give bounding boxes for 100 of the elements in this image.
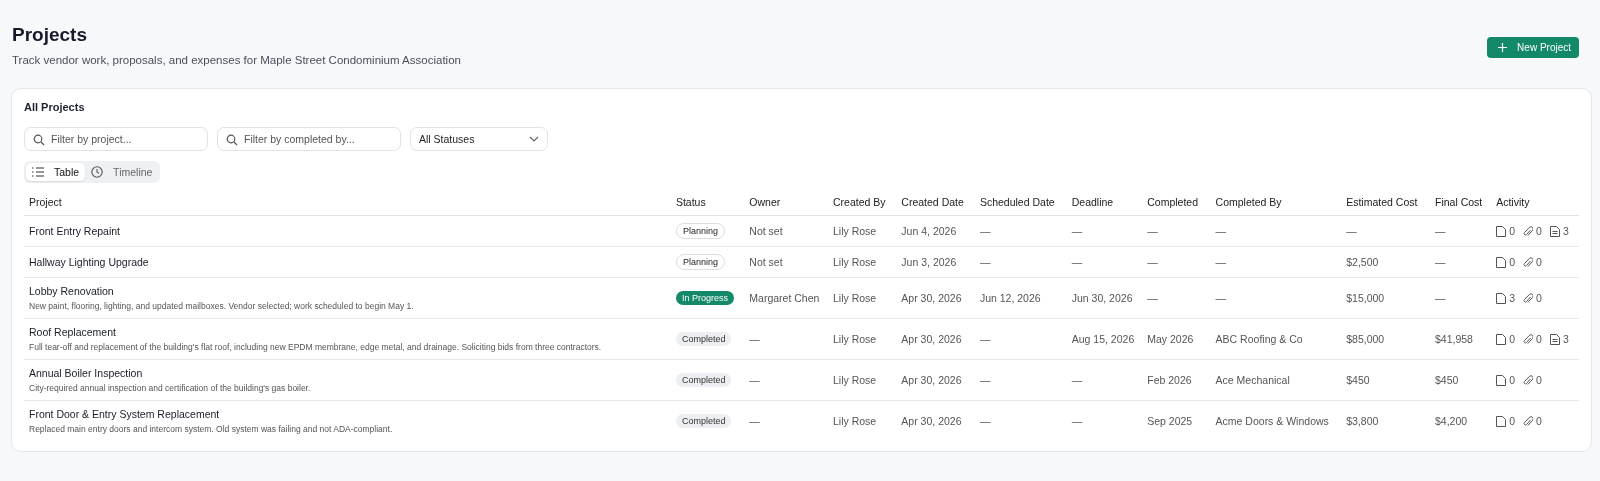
paperclip-icon [1523,374,1534,386]
completed-by-search-field[interactable]: Filter by completed by... [217,127,401,151]
activity-count: 0 [1509,225,1516,237]
column-header: Scheduled Date [979,196,1055,208]
column-header: Status [675,196,706,208]
project-name[interactable]: Lobby Renovation [29,285,666,297]
activity-count: 0 [1509,415,1516,427]
file-icon [1496,374,1507,386]
file-icon [1496,292,1507,304]
project-search-field[interactable]: Filter by project... [24,127,208,151]
document-icon [1549,225,1560,237]
view-tab[interactable]: Timeline [85,163,159,181]
status-badge: Planning [675,254,725,270]
table-cell: Not set [749,225,783,237]
project-name[interactable]: Annual Boiler Inspection [29,367,666,379]
table-cell: $4,200 [1434,415,1468,427]
table-cell: $450 [1434,374,1459,386]
activity-count: 0 [1536,292,1542,304]
column-header: Final Cost [1434,196,1483,208]
activity-count: 0 [1536,225,1542,237]
new-project-button[interactable]: New Project [1487,37,1579,58]
plus-icon [1498,43,1508,52]
table-cell: — [749,374,760,386]
table-cell: — [1434,256,1446,268]
table-cell: $41,958 [1434,333,1473,345]
table-cell: — [1147,292,1158,304]
column-header: Owner [749,196,781,208]
search-icon [33,134,45,146]
activity-count: 0 [1509,256,1516,268]
activity-count: 3 [1562,225,1569,237]
clock-icon [91,166,104,178]
paperclip-icon [1523,333,1534,345]
table-cell: — [749,333,760,345]
file-icon [1496,256,1507,268]
table-cell: — [1434,292,1446,304]
table-cell: Lily Rose [833,292,877,304]
status-badge: In Progress [675,291,734,305]
table-cell: — [979,415,991,427]
activity-count: 0 [1509,333,1516,345]
chevron-down-icon [529,136,539,142]
activity-count: 0 [1509,374,1516,386]
file-icon [1496,225,1507,237]
table-cell: Jun 12, 2026 [979,292,1041,304]
card-title: All Projects [24,101,86,113]
table-cell: $2,500 [1346,256,1379,268]
status-badge: Planning [675,223,725,239]
project-name[interactable]: Front Entry Repaint [29,225,666,237]
table-cell: — [979,333,991,345]
table-cell: $85,000 [1346,333,1385,345]
column-header: Created Date [901,196,964,208]
table-cell: Jun 30, 2026 [1071,292,1133,304]
table-cell: — [1071,256,1083,268]
document-icon [1549,333,1560,345]
table-cell: Apr 30, 2026 [901,415,962,427]
status-dropdown[interactable]: All Statuses [410,127,548,151]
project-name[interactable]: Roof Replacement [29,326,666,338]
table-cell: — [1346,225,1357,237]
table-cell: ABC Roofing & Co [1215,333,1303,345]
column-header: Estimated Cost [1346,196,1418,208]
search-icon [226,134,238,146]
table-cell: — [979,225,991,237]
table-cell: — [1147,256,1158,268]
table-cell: Apr 30, 2026 [901,374,962,386]
status-badge: Completed [675,414,732,428]
table-cell: — [1147,225,1158,237]
table-cell: — [1215,256,1227,268]
table-cell: Lily Rose [833,225,877,237]
table-cell: — [1215,292,1227,304]
project-description: City-required annual inspection and certification of the building's gas boiler. [29,383,312,393]
table-cell: Aug 15, 2026 [1071,333,1135,345]
activity-count: 0 [1536,415,1542,427]
table-cell: Lily Rose [833,256,877,268]
paperclip-icon [1523,415,1534,427]
table-cell: Apr 30, 2026 [901,333,962,345]
activity-count: 3 [1562,333,1569,345]
status-badge: Completed [675,373,732,387]
table-cell: Lily Rose [833,415,877,427]
table-cell: Jun 3, 2026 [901,256,957,268]
file-icon [1496,333,1507,345]
activity-count: 3 [1509,292,1516,304]
table-cell: May 2026 [1147,333,1194,345]
table-cell: Lily Rose [833,333,877,345]
project-name[interactable]: Hallway Lighting Upgrade [29,256,666,268]
table-cell: Feb 2026 [1147,374,1192,386]
table-cell: $450 [1346,374,1370,386]
table-cell: — [749,415,760,427]
activity-count: 0 [1536,333,1542,345]
column-header: Activity [1496,196,1530,208]
table-cell: Sep 2025 [1147,415,1193,427]
column-header: Project [29,196,62,208]
page-title: Projects [12,24,88,46]
view-tab[interactable]: Table [26,163,86,181]
activity-count: 0 [1536,256,1542,268]
paperclip-icon [1523,225,1534,237]
project-name[interactable]: Front Door & Entry System Replacement [29,408,666,420]
project-description: New paint, flooring, lighting, and updated mailboxes. Vendor selected; work scheduled to begin May 1. [29,301,415,311]
table-cell: — [1434,225,1446,237]
list-icon [32,167,44,177]
table-cell: Not set [749,256,783,268]
column-header: Created By [833,196,886,208]
